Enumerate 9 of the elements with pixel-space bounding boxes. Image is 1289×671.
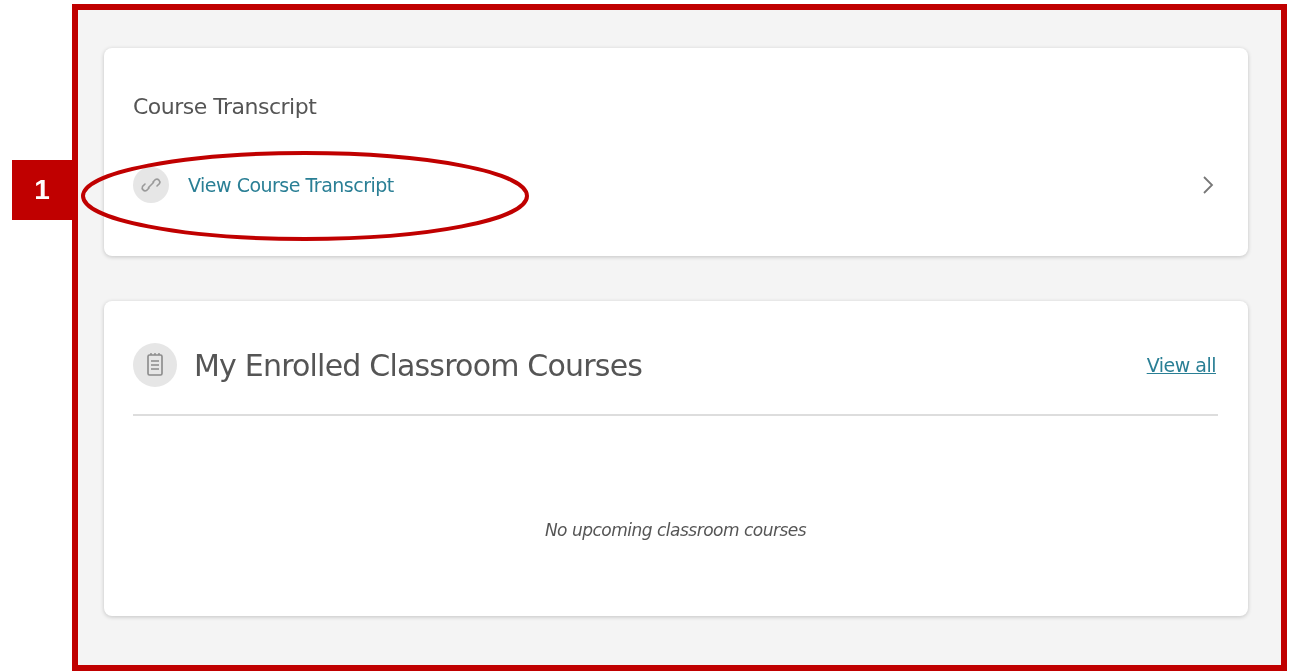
view-all-link[interactable]: View all xyxy=(1146,354,1216,376)
empty-message: No upcoming classroom courses xyxy=(543,520,808,540)
card-title: My Enrolled Classroom Courses xyxy=(194,347,643,383)
link-icon xyxy=(133,167,169,203)
callout-number: 1 xyxy=(12,160,72,220)
chevron-right-icon[interactable] xyxy=(1202,175,1214,195)
notepad-icon xyxy=(133,343,177,387)
view-transcript-link[interactable]: View Course Transcript xyxy=(188,174,394,196)
card-title: Course Transcript xyxy=(133,94,318,119)
